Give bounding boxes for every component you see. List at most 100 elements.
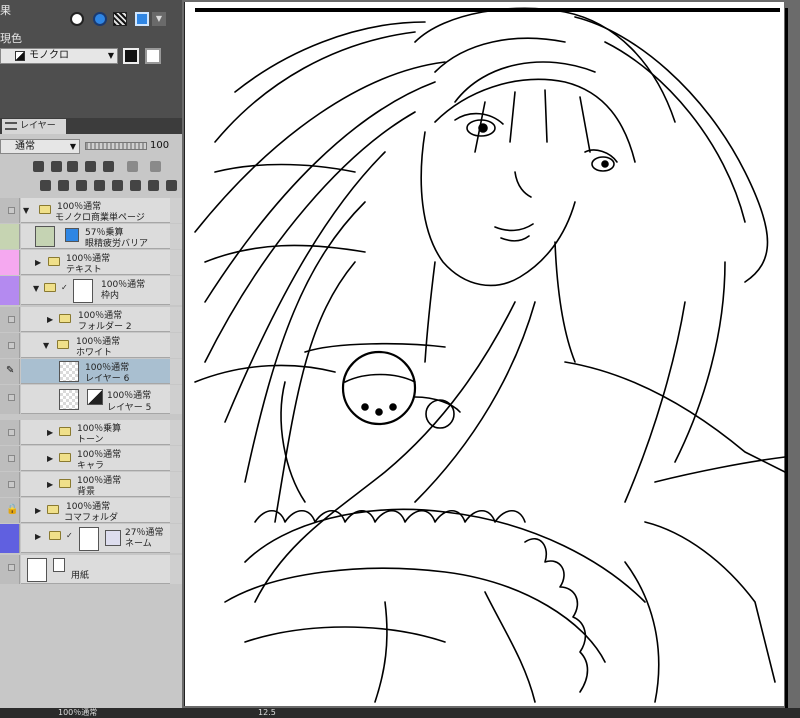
chevron-down-icon[interactable]: ▼ [23,206,29,215]
black-swatch[interactable] [123,48,139,64]
layer-thumbnail [27,558,47,582]
layer-body[interactable]: ▶ 100％通常 背景 [21,472,170,497]
layer-body[interactable]: ▶ 100％通常 フォルダー 2 [21,307,170,332]
visibility-toggle[interactable] [0,276,20,305]
pen-icon[interactable] [67,161,78,172]
layer-body[interactable]: 100％通常 レイヤー 5 [21,385,170,414]
pattern-effect-button[interactable] [113,12,127,26]
color-swatch-button[interactable] [135,12,149,26]
effect-dropdown-button[interactable]: ▼ [152,12,166,26]
chevron-right-icon[interactable]: ▶ [35,258,41,267]
visibility-toggle[interactable] [0,224,20,249]
color-effect-button[interactable] [93,12,107,26]
layer-row[interactable]: 100％通常 レイヤー 5 [0,385,182,415]
chevron-right-icon[interactable]: ▶ [47,315,53,324]
layer-body[interactable]: ▶ 100％通常 キャラ [21,446,170,471]
scrollbar[interactable] [170,307,182,332]
scrollbar[interactable] [170,524,182,553]
scrollbar[interactable] [170,359,182,384]
layer-body[interactable]: ▶ 100％通常 コマフォルダ [21,498,170,523]
layer-row[interactable]: ▼ 100％通常 ホワイト [0,333,182,359]
layer-body[interactable]: ▼ ✓ 100％通常 枠内 [21,276,170,305]
scrollbar[interactable] [170,555,182,584]
chevron-right-icon[interactable]: ▶ [35,506,41,515]
chevron-right-icon[interactable]: ▶ [35,532,41,541]
layer-row[interactable]: ▼ 100％通常 モノクロ商業単ページ [0,198,182,224]
chevron-right-icon[interactable]: ▶ [47,480,53,489]
layer-body[interactable]: 57％乗算 眼精疲労バリア [21,224,170,249]
layer-body[interactable]: ▶ ✓ 27％通常 ネーム [21,524,170,553]
display-color-select[interactable]: モノクロ ▼ [0,48,118,64]
delete-layer-icon[interactable] [166,180,177,191]
lock-icon[interactable] [85,161,96,172]
chevron-right-icon[interactable]: ▶ [47,454,53,463]
layer-row[interactable]: ▶ 100％通常 キャラ [0,446,182,472]
layer-row[interactable]: ▼ ✓ 100％通常 枠内 [0,276,182,306]
layer-row[interactable]: 57％乗算 眼精疲労バリア [0,224,182,250]
visibility-toggle[interactable] [0,250,20,275]
blend-mode-select[interactable]: 通常 ▼ [0,139,80,154]
visibility-toggle[interactable] [0,446,20,471]
layer-row[interactable]: ▶ 100％通常 背景 [0,472,182,498]
visibility-toggle[interactable] [0,333,20,358]
scrollbar[interactable] [170,250,182,275]
layer-body[interactable]: ▼ 100％通常 ホワイト [21,333,170,358]
layer-body[interactable]: ▶ 100％通常 テキスト [21,250,170,275]
layer-row[interactable]: 🔒 ▶ 100％通常 コマフォルダ [0,498,182,524]
lock-transparent-icon[interactable] [51,161,62,172]
mask-add-icon[interactable] [130,180,141,191]
layer-thumbnail [73,279,93,303]
mask-icon[interactable] [33,161,44,172]
layer-row[interactable]: ✎ 100％通常 レイヤー 6 [0,359,182,385]
check-icon [8,342,15,349]
scrollbar[interactable] [170,198,182,223]
zoom-value[interactable]: 12.5 [258,708,276,718]
chevron-right-icon[interactable]: ▶ [47,428,53,437]
canvas-area[interactable] [182,0,800,708]
merge-down-icon[interactable] [112,180,123,191]
scrollbar[interactable] [170,498,182,523]
scrollbar[interactable] [170,472,182,497]
visibility-toggle[interactable] [0,385,20,414]
scrollbar[interactable] [170,385,182,414]
transfer-down-icon[interactable] [94,180,105,191]
layer-row[interactable]: ▶ 100％乗算 トーン [0,420,182,446]
visibility-toggle[interactable] [0,420,20,445]
apply-mask-icon[interactable] [148,180,159,191]
new-folder-icon[interactable] [76,180,87,191]
layer-body[interactable]: 用紙 [21,555,170,584]
scrollbar[interactable] [170,276,182,305]
layer-body[interactable]: ▼ 100％通常 モノクロ商業単ページ [21,198,170,223]
visibility-toggle[interactable]: ✎ [0,359,20,384]
new-raster-layer-icon[interactable] [40,180,51,191]
visibility-toggle[interactable] [0,307,20,332]
layer-row[interactable]: ▶ 100％通常 フォルダー 2 [0,307,182,333]
new-vector-layer-icon[interactable] [58,180,69,191]
clip-icon[interactable] [103,161,114,172]
layer-body-selected[interactable]: 100％通常 レイヤー 6 [21,359,170,384]
layer-row[interactable]: ▶ ✓ 27％通常 ネーム [0,524,182,554]
scrollbar[interactable] [170,420,182,445]
scrollbar[interactable] [170,446,182,471]
layer-row[interactable]: 用紙 [0,555,182,585]
visibility-toggle[interactable] [0,472,20,497]
visibility-toggle[interactable] [0,524,20,553]
layer-body[interactable]: ▶ 100％乗算 トーン [21,420,170,445]
visibility-toggle[interactable]: 🔒 [0,498,20,523]
tab-layer[interactable]: レイヤー [2,119,66,134]
outline-effect-button[interactable] [70,12,84,26]
canvas-paper[interactable] [184,2,788,708]
white-swatch[interactable] [145,48,161,64]
opacity-slider[interactable] [85,142,147,150]
layer-row[interactable]: ▶ 100％通常 テキスト [0,250,182,276]
draft-icon[interactable] [150,161,161,172]
scrollbar[interactable] [170,224,182,249]
chevron-down-icon[interactable]: ▼ [33,284,39,293]
visibility-toggle[interactable] [0,198,20,223]
visibility-toggle[interactable] [0,555,20,584]
chevron-down-icon[interactable]: ▼ [43,341,49,350]
display-color-label: 現色 [0,32,22,45]
tab-layer-label: レイヤー [20,121,56,131]
scrollbar[interactable] [170,333,182,358]
reference-icon[interactable] [127,161,138,172]
